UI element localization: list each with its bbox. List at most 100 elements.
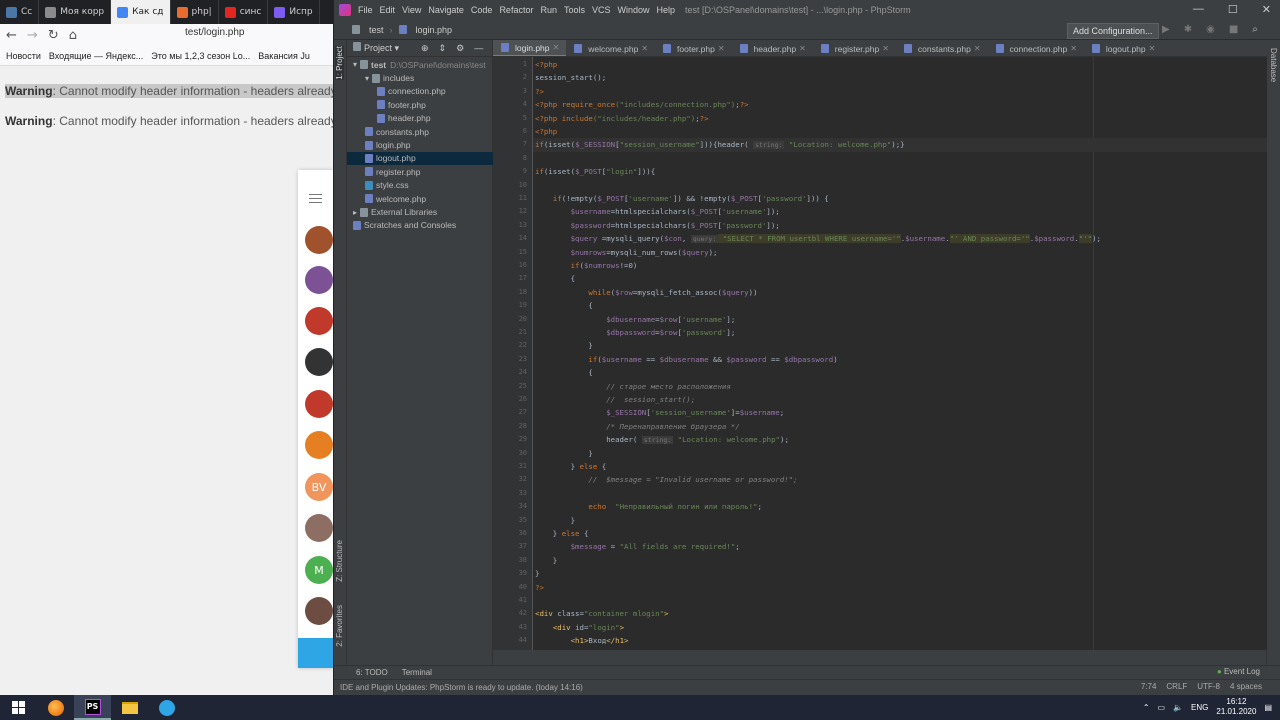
code-line[interactable]: $_SESSION['session_username']=$username; — [535, 408, 784, 417]
menu-window[interactable]: Window — [618, 5, 650, 15]
browser-url-field[interactable]: test/login.php — [185, 27, 245, 38]
hamburger-icon[interactable] — [309, 194, 322, 203]
code-line[interactable]: // $message = "Invalid username or passw… — [535, 475, 797, 484]
code-line[interactable]: $password=htmlspecialchars($_POST['passw… — [535, 221, 780, 230]
hide-icon[interactable]: — — [474, 43, 483, 53]
code-line[interactable]: $query =mysqli_query($con, query: "SELEC… — [535, 234, 1101, 244]
close-tab-icon[interactable]: ✕ — [974, 44, 981, 53]
code-line[interactable]: session_start(); — [535, 73, 606, 82]
favorites-tool-tab[interactable]: 2: Favorites — [335, 605, 344, 647]
code-line[interactable]: // session_start(); — [535, 395, 695, 404]
tree-item-constants-php[interactable]: constants.php — [347, 125, 493, 138]
locate-icon[interactable]: ⊕ — [421, 43, 429, 54]
firefox-taskbar-icon[interactable] — [37, 695, 74, 720]
clock[interactable]: 16:12 21.01.2020 — [1216, 697, 1256, 717]
bookmark-item[interactable]: Это мы 1,2,3 сезон Lo... — [151, 51, 250, 61]
close-tab-icon[interactable]: ✕ — [882, 44, 889, 53]
code-line[interactable]: if(!empty($_POST['username']) && !empty(… — [535, 194, 829, 203]
todo-tool-tab[interactable]: 6: TODO — [356, 668, 388, 677]
code-line[interactable]: $numrows=mysqli_num_rows($query); — [535, 248, 718, 257]
chat-avatar[interactable] — [305, 307, 333, 335]
caret-position[interactable]: 7:74 — [1141, 682, 1157, 691]
breadcrumb-project[interactable]: test — [369, 25, 384, 35]
chat-avatar[interactable] — [305, 431, 333, 459]
bookmark-item[interactable]: Вакансия Ju — [258, 51, 310, 61]
menu-file[interactable]: File — [358, 5, 373, 15]
terminal-tool-tab[interactable]: Terminal — [402, 668, 432, 677]
code-line[interactable]: <?php include("includes/header.php");?> — [535, 114, 709, 123]
tree-item-test[interactable]: ▾ test D:\OSPanel\domains\test — [347, 58, 493, 71]
chat-avatar[interactable] — [305, 390, 333, 418]
code-line[interactable]: $message = "All fields are required!"; — [535, 542, 740, 551]
menu-tools[interactable]: Tools — [564, 5, 585, 15]
status-message[interactable]: IDE and Plugin Updates: PhpStorm is read… — [340, 683, 583, 692]
gear-icon[interactable]: ⚙ — [456, 43, 464, 54]
editor-tab-connection[interactable]: connection.php ✕ — [988, 40, 1084, 56]
code-line[interactable]: ?> — [535, 87, 544, 96]
editor-tab-login[interactable]: login.php ✕ — [493, 40, 567, 56]
browser-tab[interactable]: Испр — [268, 0, 320, 24]
explorer-taskbar-icon[interactable] — [111, 695, 148, 720]
browser-tab[interactable]: Сс — [0, 0, 40, 24]
telegram-bottom-bar[interactable] — [298, 638, 333, 668]
code-line[interactable]: <div class="container mlogin"> — [535, 609, 669, 618]
chat-avatar[interactable]: BV — [305, 473, 333, 501]
chat-avatar[interactable] — [305, 226, 333, 254]
code-line[interactable]: while($row=mysqli_fetch_assoc($query)) — [535, 288, 757, 297]
close-tab-icon[interactable]: ✕ — [799, 44, 806, 53]
menu-edit[interactable]: Edit — [380, 5, 396, 15]
code-line[interactable]: // старое место расположения — [535, 382, 731, 391]
tree-item-register-php[interactable]: register.php — [347, 165, 493, 178]
menu-run[interactable]: Run — [540, 5, 557, 15]
browser-tab[interactable]: php| — [171, 0, 219, 24]
project-tool-tab[interactable]: 1: Project — [335, 46, 344, 80]
tree-item-external-libraries[interactable]: ▸ External Libraries — [347, 205, 493, 218]
code-line[interactable]: } — [535, 516, 575, 525]
forward-icon[interactable]: → — [27, 28, 38, 43]
breadcrumb-file[interactable]: login.php — [416, 25, 453, 35]
minimize-icon[interactable]: — — [1193, 3, 1204, 16]
collapse-arrow-icon[interactable]: ▸ — [353, 208, 357, 217]
editor-tab-logout[interactable]: logout.php ✕ — [1084, 40, 1162, 56]
browser-tab[interactable]: Как сд — [111, 0, 171, 24]
code-line[interactable]: } else { — [535, 529, 589, 538]
chat-avatar[interactable] — [305, 597, 333, 625]
file-encoding[interactable]: UTF-8 — [1197, 682, 1220, 691]
code-line[interactable]: } — [535, 556, 557, 565]
add-configuration-button[interactable]: Add Configuration... — [1067, 23, 1159, 39]
code-line[interactable]: } — [535, 569, 539, 578]
network-icon[interactable]: ▭ — [1158, 703, 1166, 712]
code-line[interactable]: if(isset($_POST["login"])){ — [535, 167, 655, 176]
tray-chevron-icon[interactable]: ⌃ — [1143, 703, 1150, 712]
code-line[interactable]: <?php require_once("includes/connection.… — [535, 100, 749, 109]
tree-item-header-php[interactable]: header.php — [347, 112, 493, 125]
event-log-button[interactable]: ● Event Log — [1217, 667, 1260, 676]
line-separator[interactable]: CRLF — [1166, 682, 1187, 691]
chat-avatar[interactable] — [305, 266, 333, 294]
close-tab-icon[interactable]: ✕ — [1070, 44, 1077, 53]
code-line[interactable]: header( string: "Location: welcome.php")… — [535, 435, 789, 445]
code-line[interactable]: /* Перенаправление браузера */ — [535, 422, 740, 431]
project-view-dropdown[interactable]: Project ▾ — [353, 42, 399, 54]
code-line[interactable]: ?> — [535, 583, 544, 592]
menu-view[interactable]: View — [402, 5, 421, 15]
code-line[interactable]: if($numrows!=0) — [535, 261, 638, 270]
code-line[interactable]: { — [535, 301, 592, 310]
browser-tab[interactable]: синс — [219, 0, 269, 24]
editor-tab-footer[interactable]: footer.php ✕ — [655, 40, 732, 56]
menu-vcs[interactable]: VCS — [592, 5, 611, 15]
browser-tab[interactable]: Моя корр — [39, 0, 112, 24]
close-icon[interactable]: ✕ — [1262, 3, 1271, 16]
windows-start-icon[interactable] — [0, 695, 37, 720]
tree-item-login-php[interactable]: login.php — [347, 138, 493, 151]
reload-icon[interactable]: ↻ — [48, 28, 59, 43]
stop-icon[interactable]: ■ — [1229, 24, 1238, 35]
code-line[interactable]: if($username == $dbusername && $password… — [535, 355, 837, 364]
chat-avatar[interactable] — [305, 348, 333, 376]
editor-tab-register[interactable]: register.php ✕ — [813, 40, 896, 56]
notifications-icon[interactable]: ▤ — [1264, 703, 1272, 712]
chat-avatar[interactable]: M — [305, 556, 333, 584]
code-editor[interactable]: 1 2 3 4 5 6 7 8 9 10 11 12 13 14 15 16 17 18 19 20 21 22 23 24 2… — [493, 57, 1267, 650]
close-tab-icon[interactable]: ✕ — [1149, 44, 1156, 53]
menu-help[interactable]: Help — [657, 5, 676, 15]
